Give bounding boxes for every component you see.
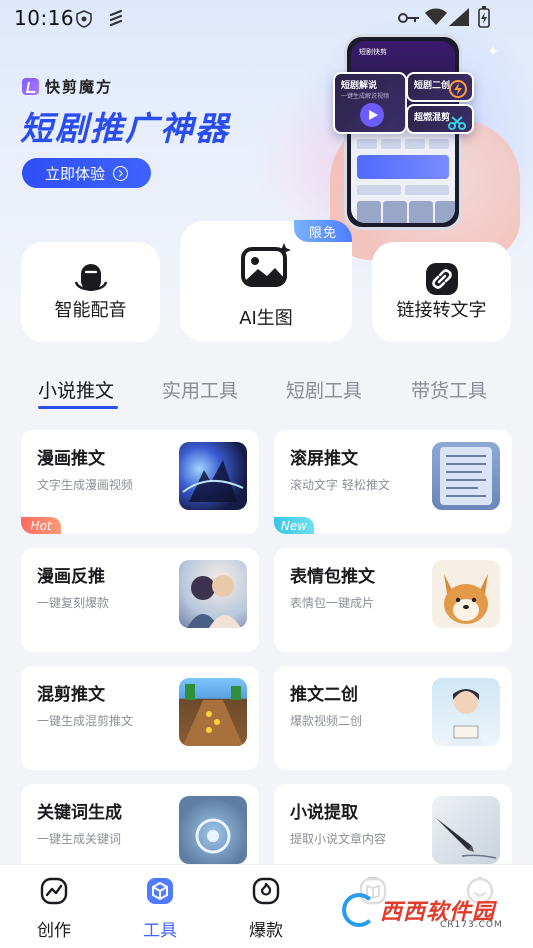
card-title: 漫画反推	[37, 567, 105, 587]
card-title: 小说提取	[290, 803, 358, 823]
try-now-button[interactable]: 立即体验	[22, 158, 151, 188]
card-title: 滚屏推文	[290, 449, 358, 469]
brand-logo-icon	[22, 78, 39, 95]
signal-icon	[449, 8, 469, 26]
phone-card-short-drama-commentary: 短剧解说 一键生成解说视频	[333, 72, 407, 134]
card-title: 混剪推文	[37, 685, 105, 705]
tool-link-to-text[interactable]: 链接转文字	[372, 242, 511, 342]
phone-mock-title: 短剧快剪	[359, 48, 387, 56]
card-title: 关键词生成	[37, 803, 122, 823]
tool-ai-image[interactable]: 限免 AI生图	[180, 220, 352, 342]
card-subtitle: 提取小说文章内容	[290, 832, 387, 846]
card-title: 漫画推文	[37, 449, 105, 469]
tab-ecommerce-tools[interactable]: 带货工具	[411, 376, 487, 403]
watermark: 西西软件园 CR173.COM	[336, 878, 522, 942]
card-subtitle: 一键生成关键词	[37, 832, 122, 846]
tab-short-drama-tools[interactable]: 短剧工具	[286, 376, 362, 403]
hero-headline: 短剧推广神器	[20, 109, 230, 148]
card-meme-post[interactable]: 表情包推文 表情包一键成片	[274, 548, 512, 652]
brand: 快剪魔方	[22, 76, 113, 97]
tool-label: 链接转文字	[396, 300, 487, 321]
tool-smart-dubbing[interactable]: 智能配音	[21, 242, 160, 342]
card-comic-post[interactable]: 漫画推文 文字生成漫画视频 Hot	[21, 430, 259, 534]
card-mix-post[interactable]: 混剪推文 一键生成混剪推文	[21, 666, 259, 770]
status-time: 10:16	[14, 6, 75, 30]
chart-line-icon	[40, 877, 68, 905]
tab-utility-tools[interactable]: 实用工具	[162, 376, 238, 403]
phone-card-hot-mix: 超燃混剪	[406, 104, 474, 134]
play-icon	[360, 103, 384, 127]
card-post-remix[interactable]: 推文二创 爆款视频二创	[274, 666, 512, 770]
card-subtitle: 滚动文字 轻松推文	[290, 478, 390, 492]
text-page-thumbnail	[432, 442, 500, 510]
nav-label: 工具	[143, 921, 177, 941]
tool-label: 智能配音	[54, 300, 127, 321]
hot-badge: Hot	[21, 517, 61, 534]
wifi-icon	[425, 8, 447, 25]
activity-icon	[109, 9, 123, 27]
link-icon	[425, 263, 458, 295]
card-title: 表情包推文	[290, 567, 375, 587]
phone-card-short-drama-remix: 短剧二创	[406, 72, 474, 102]
cube-icon	[147, 878, 173, 904]
tab-novel-post[interactable]: 小说推文	[38, 376, 114, 403]
card-subtitle: 一键生成混剪推文	[37, 714, 134, 728]
anime-couple-thumbnail	[179, 560, 247, 628]
card-title: 推文二创	[290, 685, 358, 705]
status-bar: 10:16	[0, 0, 533, 36]
anime-boy-reading-thumbnail	[432, 678, 500, 746]
battery-charging-icon	[478, 6, 490, 28]
watermark-logo-icon	[342, 893, 376, 927]
pen-writing-thumbnail	[432, 796, 500, 864]
card-subtitle: 爆款视频二创	[290, 714, 363, 728]
tool-label: AI生图	[239, 308, 293, 329]
game-runner-thumbnail	[179, 678, 247, 746]
try-now-label: 立即体验	[44, 164, 105, 183]
scissors-icon	[448, 116, 466, 130]
watermark-sub: CR173.COM	[440, 920, 503, 930]
active-tab-indicator	[38, 406, 118, 409]
card-subtitle: 表情包一键成片	[290, 596, 375, 610]
category-tabs: 小说推文 实用工具 短剧工具 带货工具	[0, 372, 533, 412]
nav-trending[interactable]: 爆款	[226, 877, 306, 941]
lightning-icon	[449, 80, 467, 98]
card-subtitle: 一键复刻爆款	[37, 596, 110, 610]
key-icon	[398, 13, 419, 23]
image-sparkle-icon	[241, 243, 291, 287]
shield-icon	[76, 10, 92, 28]
nav-create[interactable]: 创作	[14, 877, 94, 941]
nav-tools[interactable]: 工具	[120, 877, 200, 941]
nav-label: 创作	[37, 921, 71, 941]
microphone-icon	[74, 264, 107, 291]
nav-label: 爆款	[249, 921, 283, 941]
brand-name: 快剪魔方	[45, 78, 114, 96]
card-scroll-post[interactable]: 滚屏推文 滚动文字 轻松推文 New	[274, 430, 512, 534]
key-glow-thumbnail	[179, 796, 247, 864]
card-subtitle: 文字生成漫画视频	[37, 478, 134, 492]
fire-icon	[252, 877, 280, 905]
free-badge: 限免	[294, 220, 352, 242]
card-comic-reverse[interactable]: 漫画反推 一键复刻爆款	[21, 548, 259, 652]
arrow-right-circle-icon	[113, 165, 128, 181]
shiba-dog-thumbnail	[432, 560, 500, 628]
anime-warrior-thumbnail	[179, 442, 247, 510]
new-badge: New	[274, 517, 314, 534]
sparkle-icon: ✦	[487, 44, 499, 60]
